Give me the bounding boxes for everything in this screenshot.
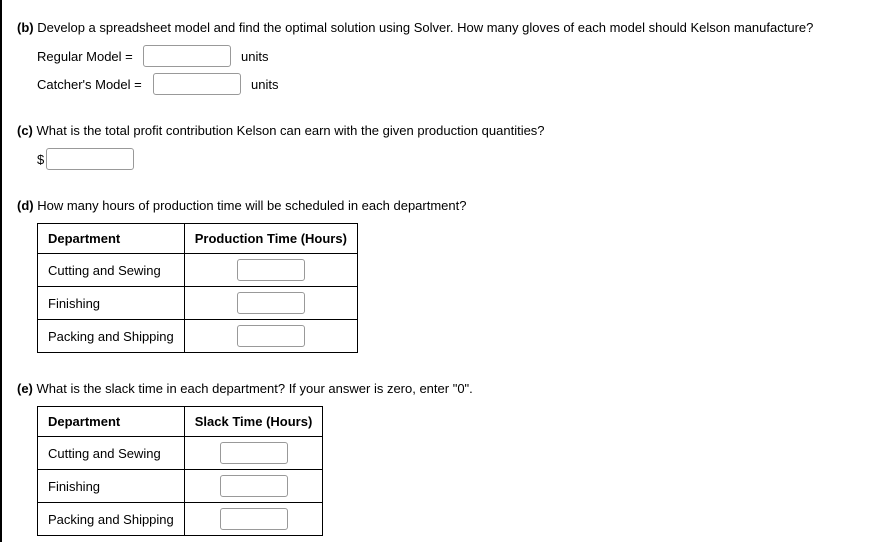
part-b-label: (b) <box>17 20 34 35</box>
catcher-model-row: Catcher's Model = units <box>37 73 874 95</box>
part-d-question: How many hours of production time will b… <box>37 198 466 213</box>
table-row: Finishing <box>38 287 358 320</box>
input-cell <box>184 287 357 320</box>
part-d-label: (d) <box>17 198 34 213</box>
question-c-text: (c) What is the total profit contributio… <box>17 123 874 138</box>
question-e: (e) What is the slack time in each depar… <box>17 381 874 536</box>
dept-packing-e: Packing and Shipping <box>38 503 185 536</box>
finishing-slack-input[interactable] <box>220 475 288 497</box>
dept-finishing-d: Finishing <box>38 287 185 320</box>
input-cell <box>184 254 357 287</box>
dept-finishing-e: Finishing <box>38 470 185 503</box>
regular-model-unit: units <box>241 49 268 64</box>
dept-header-d: Department <box>38 224 185 254</box>
table-header-row: Department Production Time (Hours) <box>38 224 358 254</box>
catcher-model-unit: units <box>251 77 278 92</box>
profit-row: $ <box>37 148 874 170</box>
part-e-label: (e) <box>17 381 33 396</box>
catcher-model-input[interactable] <box>153 73 241 95</box>
cutting-slack-input[interactable] <box>220 442 288 464</box>
regular-model-input[interactable] <box>143 45 231 67</box>
question-d-text: (d) How many hours of production time wi… <box>17 198 874 213</box>
profit-input[interactable] <box>46 148 134 170</box>
slacktime-header-e: Slack Time (Hours) <box>184 407 323 437</box>
table-row: Packing and Shipping <box>38 503 323 536</box>
dept-cutting-e: Cutting and Sewing <box>38 437 185 470</box>
dept-cutting-d: Cutting and Sewing <box>38 254 185 287</box>
question-d: (d) How many hours of production time wi… <box>17 198 874 353</box>
question-b: (b) Develop a spreadsheet model and find… <box>17 20 874 95</box>
question-b-text: (b) Develop a spreadsheet model and find… <box>17 20 874 35</box>
input-cell <box>184 320 357 353</box>
dept-header-e: Department <box>38 407 185 437</box>
packing-slack-input[interactable] <box>220 508 288 530</box>
question-e-text: (e) What is the slack time in each depar… <box>17 381 874 396</box>
production-time-table: Department Production Time (Hours) Cutti… <box>37 223 358 353</box>
table-row: Cutting and Sewing <box>38 254 358 287</box>
part-b-question: Develop a spreadsheet model and find the… <box>37 20 813 35</box>
part-c-label: (c) <box>17 123 33 138</box>
cutting-prod-input[interactable] <box>237 259 305 281</box>
input-cell <box>184 503 323 536</box>
slack-time-table: Department Slack Time (Hours) Cutting an… <box>37 406 323 536</box>
regular-model-label: Regular Model = <box>37 49 137 64</box>
prodtime-header-d: Production Time (Hours) <box>184 224 357 254</box>
table-header-row: Department Slack Time (Hours) <box>38 407 323 437</box>
table-row: Finishing <box>38 470 323 503</box>
part-e-question: What is the slack time in each departmen… <box>37 381 473 396</box>
question-c: (c) What is the total profit contributio… <box>17 123 874 170</box>
input-cell <box>184 437 323 470</box>
regular-model-row: Regular Model = units <box>37 45 874 67</box>
dollar-prefix: $ <box>37 152 44 167</box>
dept-packing-d: Packing and Shipping <box>38 320 185 353</box>
packing-prod-input[interactable] <box>237 325 305 347</box>
table-row: Cutting and Sewing <box>38 437 323 470</box>
finishing-prod-input[interactable] <box>237 292 305 314</box>
catcher-model-label: Catcher's Model = <box>37 77 147 92</box>
table-row: Packing and Shipping <box>38 320 358 353</box>
part-c-question: What is the total profit contribution Ke… <box>37 123 545 138</box>
input-cell <box>184 470 323 503</box>
